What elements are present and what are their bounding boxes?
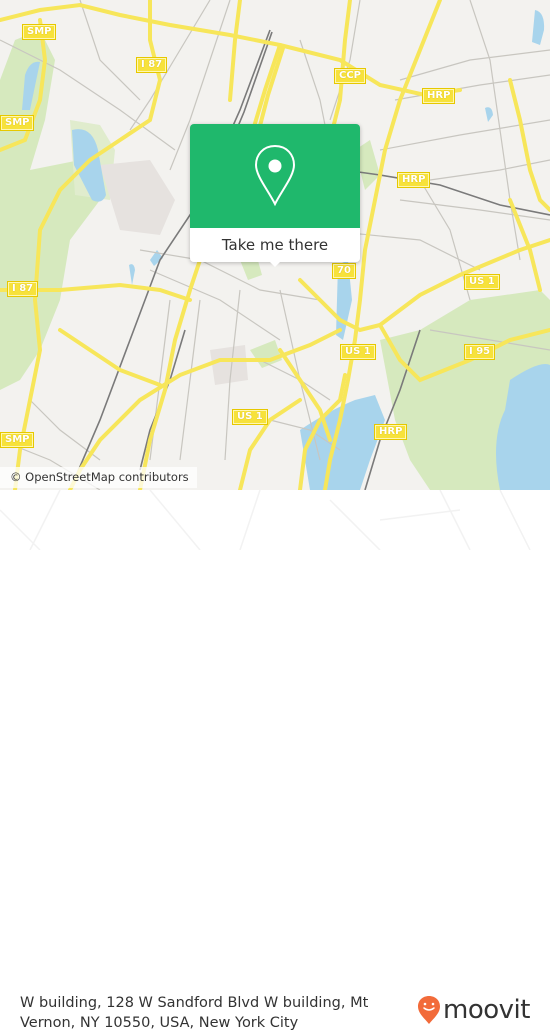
map-pin-icon — [254, 144, 296, 207]
location-popup: Take me there — [190, 124, 360, 267]
road-shield-i87: I 87 — [136, 57, 168, 73]
road-shield-hrp: HRP — [374, 424, 408, 440]
location-address: W building, 128 W Sandford Blvd W buildi… — [20, 995, 369, 1031]
moovit-logo[interactable]: moovit — [417, 995, 530, 1025]
road-shield-smp: SMP — [0, 432, 35, 448]
road-shield-us1: US 1 — [464, 274, 500, 290]
road-shield-us1: US 1 — [340, 344, 376, 360]
road-shield-ccp: CCP — [334, 68, 367, 84]
road-shield-smp: SMP — [22, 24, 57, 40]
take-me-there-button[interactable]: Take me there — [190, 228, 360, 262]
footer-background-pattern — [0, 490, 531, 550]
footer: W building, 128 W Sandford Blvd W buildi… — [0, 490, 550, 1031]
popup-pointer — [269, 261, 281, 267]
road-shield-i95: I 95 — [464, 344, 496, 360]
road-shield-hrp: HRP — [422, 88, 456, 104]
moovit-pin-icon — [418, 996, 440, 1024]
take-me-there-label: Take me there — [221, 236, 329, 254]
moovit-wordmark: moovit — [443, 995, 530, 1025]
road-shield-smp: SMP — [0, 115, 35, 131]
road-shield-70: 70 — [332, 263, 356, 279]
popup-header — [190, 124, 360, 228]
road-shield-us1: US 1 — [232, 409, 268, 425]
map-canvas[interactable]: SMP SMP SMP I 87 I 87 CCP HRP HRP HRP 70… — [0, 0, 550, 490]
road-shield-hrp: HRP — [397, 172, 431, 188]
map-attribution[interactable]: © OpenStreetMap contributors — [0, 467, 197, 488]
road-shield-i87: I 87 — [7, 281, 39, 297]
